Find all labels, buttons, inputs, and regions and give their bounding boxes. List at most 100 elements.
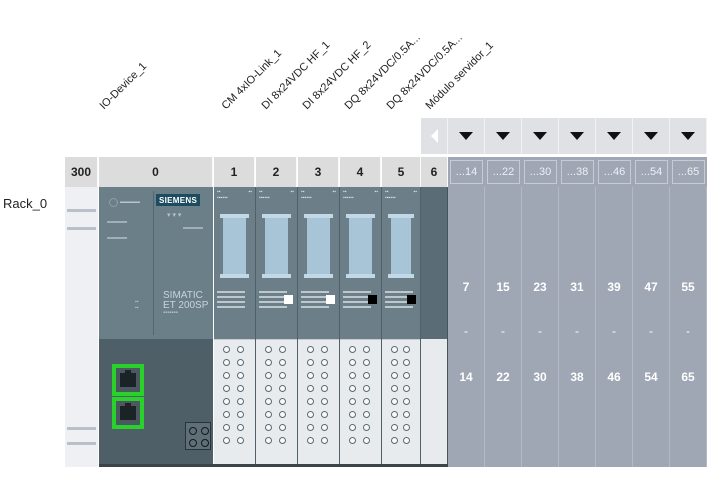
- terminal-icon: [403, 437, 410, 444]
- expansion-slot-column[interactable]: 47 - 54: [633, 187, 670, 467]
- triangle-down-icon: [496, 132, 510, 140]
- label-server-module[interactable]: Módulo servidor_1: [424, 40, 496, 112]
- rack-name[interactable]: Rack_0: [3, 196, 47, 211]
- expansion-slot-header[interactable]: ...14: [448, 157, 485, 187]
- server-module[interactable]: [421, 187, 448, 467]
- slot-header-3[interactable]: 3: [298, 157, 339, 187]
- label-io-device[interactable]: IO-Device_1: [98, 60, 150, 112]
- terminal-icon: [307, 372, 314, 379]
- expansion-slot-column[interactable]: 39 - 46: [596, 187, 633, 467]
- expansion-slot-column[interactable]: 55 - 65: [670, 187, 707, 467]
- expansion-slot-column[interactable]: 7 - 14: [448, 187, 485, 467]
- expansion-slot-range: ...14: [450, 160, 483, 184]
- terminal-icon: [279, 424, 286, 431]
- expand-arrow-button[interactable]: [670, 118, 707, 154]
- expansion-slot-end: 14: [459, 370, 473, 384]
- expansion-slot-start: 31: [570, 280, 584, 294]
- slot-header-1[interactable]: 1: [214, 157, 255, 187]
- label-dq-2[interactable]: DQ 8x24VDC/0.5A...: [385, 32, 465, 112]
- io-module-slot-5[interactable]: ▪▪ ▪▪▪▪▪▪ ▪▪: [382, 187, 421, 467]
- interface-module[interactable]: ▬▬▬▬ ▪▪ ▪▪ SIEMENS ▾ ▾ ▾ SIMATIC ET 200SP…: [99, 187, 213, 467]
- slot-header-interface[interactable]: 0: [99, 157, 213, 187]
- terminal-icon: [223, 411, 230, 418]
- io-module-slot-1[interactable]: ▪▪ ▪▪▪▪▪▪ ▪▪: [214, 187, 256, 467]
- triangle-down-icon: [607, 132, 621, 140]
- slot-header-5[interactable]: 5: [382, 157, 421, 187]
- terminal-icon: [237, 372, 244, 379]
- terminal-block: [214, 339, 255, 467]
- terminal-icon: [321, 398, 328, 405]
- slot-header-rail[interactable]: 300: [65, 157, 98, 187]
- triangle-down-icon: [644, 132, 658, 140]
- expansion-slot-sep: -: [501, 324, 505, 338]
- expansion-slot-range: ...54: [635, 160, 668, 184]
- terminal-icon: [391, 424, 398, 431]
- expansion-slot-end: 22: [496, 370, 510, 384]
- ethernet-port-2[interactable]: [112, 397, 144, 429]
- terminal-icon: [349, 411, 356, 418]
- expansion-slot-end: 65: [681, 370, 695, 384]
- triangle-down-icon: [570, 132, 584, 140]
- terminal-icon: [237, 424, 244, 431]
- expand-arrow-button[interactable]: [522, 118, 559, 154]
- terminal-icon: [349, 398, 356, 405]
- expand-arrow-button[interactable]: [448, 118, 485, 154]
- io-module-slot-2[interactable]: ▪▪ ▪▪▪▪▪▪ ▪▪: [256, 187, 298, 467]
- expand-arrow-button[interactable]: [485, 118, 522, 154]
- terminal-icon: [321, 346, 328, 353]
- terminal-icon: [391, 437, 398, 444]
- expansion-slot-sep: -: [686, 324, 690, 338]
- slot-header-6[interactable]: 6: [421, 157, 448, 187]
- terminal-icon: [223, 359, 230, 366]
- terminal-icon: [363, 437, 370, 444]
- terminal-icon: [223, 385, 230, 392]
- terminal-icon: [363, 372, 370, 379]
- scroll-left-button[interactable]: [421, 118, 448, 154]
- expansion-slot-header[interactable]: ...46: [596, 157, 633, 187]
- triangle-down-icon: [459, 132, 473, 140]
- terminal-icon: [363, 411, 370, 418]
- io-module-slot-3[interactable]: ▪▪ ▪▪▪▪▪▪ ▪▪: [298, 187, 340, 467]
- io-module-slot-4[interactable]: ▪▪ ▪▪▪▪▪▪ ▪▪: [340, 187, 382, 467]
- terminal-icon: [321, 359, 328, 366]
- mounting-rail[interactable]: [65, 187, 98, 467]
- slot-header-4[interactable]: 4: [340, 157, 381, 187]
- slot-header-2[interactable]: 2: [256, 157, 297, 187]
- expansion-slot-range: ...30: [524, 160, 557, 184]
- label-di-hf-1[interactable]: DI 8x24VDC HF_1: [260, 39, 333, 112]
- terminal-icon: [279, 346, 286, 353]
- expansion-slot-header[interactable]: ...30: [522, 157, 559, 187]
- terminal-icon: [223, 398, 230, 405]
- terminal-icon: [321, 424, 328, 431]
- label-dq-1[interactable]: DQ 8x24VDC/0.5A...: [343, 32, 423, 112]
- terminal-icon: [403, 398, 410, 405]
- expansion-slot-start: 7: [462, 280, 470, 294]
- expansion-slot-range: ...65: [672, 160, 705, 184]
- terminal-icon: [265, 385, 272, 392]
- module-ribbon: [346, 214, 375, 278]
- expand-arrow-button[interactable]: [633, 118, 670, 154]
- terminal-icon: [279, 437, 286, 444]
- expansion-slot-column[interactable]: 15 - 22: [485, 187, 522, 467]
- expansion-slot-start: 47: [644, 280, 658, 294]
- terminal-icon: [223, 346, 230, 353]
- expand-arrow-button[interactable]: [596, 118, 633, 154]
- triangle-down-icon: [681, 132, 695, 140]
- terminal-icon: [279, 411, 286, 418]
- expansion-slot-sep: -: [538, 324, 542, 338]
- terminal-icon: [237, 411, 244, 418]
- terminal-icon: [403, 411, 410, 418]
- expand-arrow-button[interactable]: [559, 118, 596, 154]
- terminal-icon: [265, 437, 272, 444]
- terminal-block: [256, 339, 297, 467]
- expansion-slot-column[interactable]: 31 - 38: [559, 187, 596, 467]
- expansion-slot-header[interactable]: ...65: [670, 157, 707, 187]
- module-ribbon: [304, 214, 333, 278]
- expansion-slot-column[interactable]: 23 - 30: [522, 187, 559, 467]
- expansion-slot-header[interactable]: ...38: [559, 157, 596, 187]
- expansion-slot-header[interactable]: ...54: [633, 157, 670, 187]
- module-ribbon: [220, 214, 249, 278]
- ethernet-port-1[interactable]: [112, 364, 144, 396]
- expansion-slot-start: 23: [533, 280, 547, 294]
- expansion-slot-header[interactable]: ...22: [485, 157, 522, 187]
